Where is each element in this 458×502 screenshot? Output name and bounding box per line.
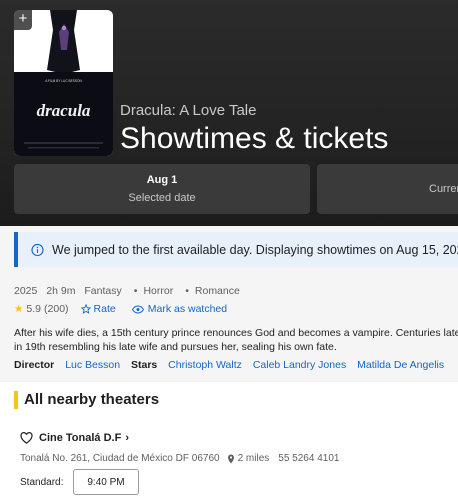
chevron-right-icon[interactable]: ›: [125, 432, 129, 444]
theater-address: Tonalá No. 261, Ciudad de México DF 0676…: [20, 453, 220, 464]
watch-label: Mark as watched: [147, 303, 228, 315]
alert-text: We jumped to the first available day. Di…: [52, 242, 458, 257]
info-icon: [31, 243, 44, 256]
section-title: All nearby theaters: [24, 391, 160, 408]
genre-item: Fantasy: [84, 285, 122, 297]
poster-artwork: A FILM BY LUC BESSON dracula: [14, 10, 113, 156]
rating-row: ★ 5.9 (200) Rate Mark as watched: [14, 303, 227, 315]
credits-row: Director Luc Besson Stars Christoph Walt…: [14, 359, 452, 371]
poster-director-credit: A FILM BY LUC BESSON: [45, 79, 82, 83]
genre-item: Horror: [143, 285, 174, 297]
star-link[interactable]: Christoph Waltz: [168, 359, 242, 371]
star-icon: ★: [14, 303, 24, 315]
rate-button[interactable]: Rate: [80, 303, 116, 315]
star-link[interactable]: Caleb Landry Jones: [253, 359, 346, 371]
format-label: Standard:: [20, 477, 64, 488]
hero-banner: A FILM BY LUC BESSON dracula + Dracula: …: [0, 0, 458, 226]
theater-header: Cine Tonalá D.F ›: [20, 432, 129, 444]
director-label: Director: [14, 359, 55, 371]
star-outline-icon: [80, 304, 91, 314]
movie-meta: 2025 2h 9m Fantasy • Horror • Romance: [14, 285, 246, 297]
add-to-watchlist-button[interactable]: +: [14, 10, 32, 30]
separator: •: [185, 285, 189, 297]
date-card-label: Curren: [429, 183, 458, 195]
showtime-button[interactable]: 9:40 PM: [73, 469, 139, 495]
theater-name-link[interactable]: Cine Tonalá D.F: [39, 432, 121, 444]
separator: •: [133, 285, 138, 297]
rate-label: Rate: [93, 303, 116, 315]
date-card-current[interactable]: Curren: [317, 164, 458, 214]
section-header: All nearby theaters: [14, 391, 159, 409]
heart-icon[interactable]: [20, 432, 33, 444]
movie-poster[interactable]: A FILM BY LUC BESSON dracula: [14, 10, 113, 156]
eye-icon: [131, 304, 144, 314]
theater-distance: 2 miles: [237, 453, 270, 464]
theaters-section: All nearby theaters Cine Tonalá D.F › To…: [0, 382, 458, 502]
director-link[interactable]: Luc Besson: [65, 359, 120, 371]
info-alert: We jumped to the first available day. Di…: [14, 232, 458, 267]
poster-title-logo: dracula: [37, 101, 91, 120]
rating-count: (200): [44, 303, 69, 315]
theater-details: Tonalá No. 261, Ciudad de México DF 0676…: [20, 453, 339, 464]
genre-item: Romance: [194, 285, 240, 297]
movie-runtime: 2h 9m: [46, 285, 76, 297]
date-card-selected[interactable]: Aug 1 Selected date: [14, 164, 310, 214]
theater-phone[interactable]: 55 5264 4101: [278, 453, 339, 464]
page-title: Showtimes & tickets: [120, 122, 389, 155]
star-link[interactable]: Matilda De Angelis: [357, 359, 444, 371]
mark-as-watched-button[interactable]: Mark as watched: [131, 303, 228, 315]
rating-value: 5.9: [26, 303, 42, 315]
date-card-label: Selected date: [128, 192, 196, 204]
stars-label: Stars: [130, 359, 158, 371]
plot-summary: After his wife dies, a 15th century prin…: [14, 327, 458, 353]
date-card-date: Aug 1: [146, 174, 178, 186]
location-pin-icon: [227, 454, 234, 463]
movie-title-link[interactable]: Dracula: A Love Tale: [120, 102, 256, 119]
movie-year: 2025: [14, 285, 38, 297]
